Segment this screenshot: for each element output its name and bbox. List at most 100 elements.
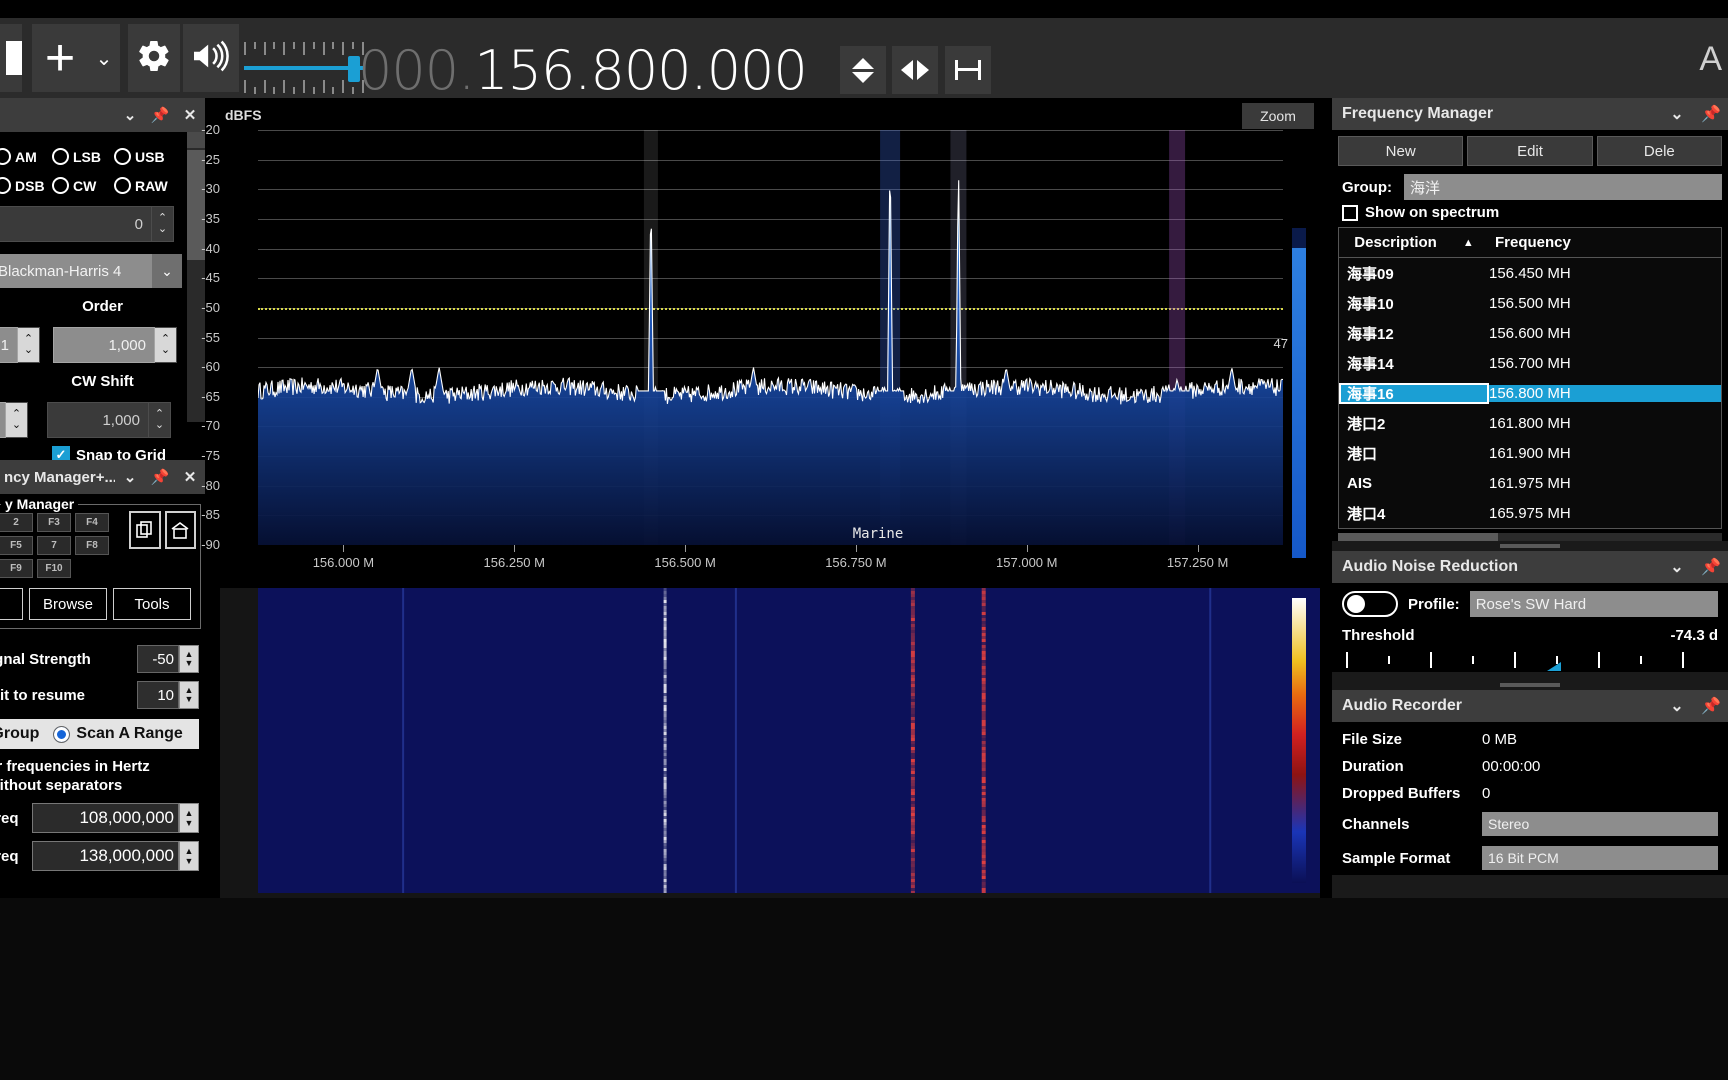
frequency-nudge[interactable] [892,46,938,94]
add-dropdown-button[interactable]: ⌄ [88,24,120,92]
waterfall-streak [910,717,915,720]
volume-button[interactable] [183,24,239,92]
radio-icon [0,148,11,165]
order-input[interactable]: 1,000 [53,327,155,363]
table-row[interactable]: 港口4 165.975 MH [1339,498,1721,528]
pin-icon[interactable]: 📌 [1694,696,1728,716]
row-frequency: 161.800 MH [1489,414,1571,432]
show-on-spectrum-row[interactable]: Show on spectrum [1332,204,1728,227]
noise-reduction-header: Audio Noise Reduction ⌄ 📌 [1332,551,1728,583]
delete-button[interactable]: Dele [1596,136,1722,166]
prev-button[interactable] [0,588,23,620]
table-row[interactable]: 港口 161.900 MH [1339,438,1721,468]
threshold-knob[interactable] [1547,662,1561,671]
table-row[interactable]: 海事09 156.450 MH [1339,258,1721,288]
offset-stepper[interactable]: ⌃ ⌄ [152,206,174,242]
x-tick [685,545,687,552]
cw-shift-stepper[interactable]: ⌃ ⌄ [149,402,171,438]
span-button[interactable] [945,46,991,94]
recorder-value[interactable]: Stereo [1482,812,1718,836]
bandwidth-stepper[interactable]: ⌃ ⌄ [18,327,40,363]
recorder-key: Duration [1342,758,1404,775]
mode-cw[interactable]: CW [52,177,114,194]
volume-slider[interactable] [244,40,364,96]
wait-stepper[interactable]: ▲ ▼ [179,681,199,709]
table-row[interactable]: 海事12 156.600 MH [1339,318,1721,348]
scroll-thumb[interactable] [1338,533,1498,541]
cw-shift-input[interactable]: 1,000 [47,402,149,438]
table-row[interactable]: 海事16 156.800 MH [1339,378,1721,408]
pin-icon[interactable]: 📌 [1694,104,1728,124]
high-freq-stepper[interactable]: ▲ ▼ [179,841,199,871]
settings-button[interactable] [128,24,180,92]
panel-divider-2[interactable] [1332,680,1728,690]
frequency-display[interactable]: 000. 156.800.000 [358,39,808,102]
add-button[interactable]: + [32,24,88,92]
collapse-icon[interactable]: ⌄ [1660,557,1694,577]
waterfall-display[interactable] [258,588,1320,893]
signal-strength-input[interactable]: -50 [137,645,179,673]
pin-icon[interactable]: 📌 [145,468,175,486]
fkey-button[interactable]: F10 [37,559,71,578]
waterfall-streak [981,651,986,654]
low-freq-stepper[interactable]: ▲ ▼ [179,803,199,833]
collapse-icon[interactable]: ⌄ [115,106,145,124]
pin-icon[interactable]: 📌 [145,106,175,124]
high-freq-input[interactable]: 138,000,000 [32,841,179,871]
fkey-button[interactable]: F5 [0,536,33,555]
table-row[interactable]: 海事14 156.700 MH [1339,348,1721,378]
noise-reduction-toggle[interactable] [1342,591,1398,617]
spectrum-plot[interactable]: -20 -25 -30 -35 -40 -45 -50 -55 -60 -65 -70 -75 -80 -… [201,122,1283,552]
home-icon[interactable] [164,511,196,549]
scan-range-label[interactable]: Scan A Range [76,725,182,743]
table-row[interactable]: 港口2 161.800 MH [1339,408,1721,438]
bandwidth-input[interactable]: 661 [0,327,18,363]
mode-am[interactable]: AM [0,148,52,165]
fkey-button[interactable]: F4 [75,513,109,532]
window-select[interactable]: Blackman-Harris 4 [0,254,152,288]
mode-usb[interactable]: USB [114,148,184,165]
panel-divider[interactable] [1332,541,1728,551]
group-select[interactable]: 海洋 [1404,174,1722,200]
cw-left-stepper[interactable]: ⌃ ⌄ [6,402,28,438]
wait-input[interactable]: 10 [137,681,179,709]
zoom-button[interactable]: Zoom [1242,103,1314,129]
recorder-value[interactable]: 16 Bit PCM [1482,846,1718,870]
table-hscrollbar[interactable] [1338,533,1722,541]
edit-button[interactable]: Edit [1467,136,1593,166]
column-description[interactable]: Description ▲ [1339,234,1489,251]
low-freq-input[interactable]: 108,000,000 [32,803,179,833]
profile-select[interactable]: Rose's SW Hard [1469,591,1718,617]
table-row[interactable]: AIS 161.975 MH [1339,468,1721,498]
mode-dsb[interactable]: DSB [0,177,52,194]
pin-icon[interactable]: 📌 [1694,557,1728,577]
table-row[interactable]: 海事10 156.500 MH [1339,288,1721,318]
collapse-icon[interactable]: ⌄ [1660,104,1694,124]
waterfall-streak [663,732,667,735]
scan-group-label[interactable]: A Group [0,725,39,743]
copy-icon[interactable] [129,511,161,549]
fkey-button[interactable]: F8 [75,536,109,555]
threshold-slider[interactable] [1342,650,1718,672]
spectrum-trace [258,130,1283,545]
new-button[interactable]: New [1338,136,1464,166]
waterfall-streak [981,810,986,813]
browse-button[interactable]: Browse [29,588,107,620]
collapse-icon[interactable]: ⌄ [1660,696,1694,716]
fkey-button[interactable]: F3 [37,513,71,532]
tools-button[interactable]: Tools [113,588,191,620]
collapse-icon[interactable]: ⌄ [115,468,145,486]
mode-label: CW [73,177,97,194]
order-stepper[interactable]: ⌃ ⌄ [155,327,177,363]
fkey-button[interactable]: 7 [37,536,71,555]
frequency-stepper[interactable] [840,46,886,94]
fkey-button[interactable]: F9 [0,559,33,578]
column-frequency[interactable]: Frequency [1489,234,1721,251]
mode-lsb[interactable]: LSB [52,148,114,165]
mode-raw[interactable]: RAW [114,177,184,194]
stop-button[interactable] [0,24,22,92]
window-select-caret[interactable]: ⌄ [152,254,182,288]
signal-strength-stepper[interactable]: ▲ ▼ [179,645,199,673]
fkey-button[interactable]: 2 [0,513,33,532]
offset-input[interactable]: 0 [0,206,152,242]
